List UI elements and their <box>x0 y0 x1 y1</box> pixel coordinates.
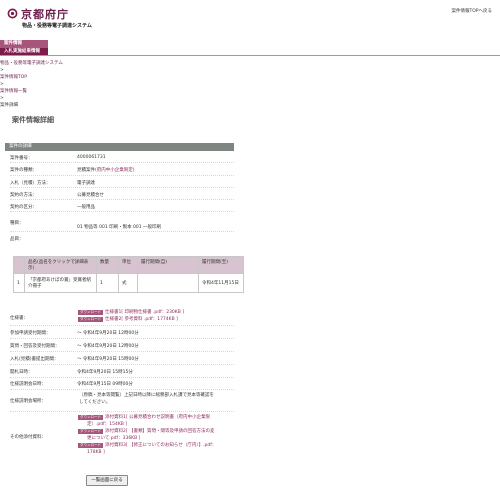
schedule-value: ～ 令和4年9月20日 12時00分 <box>77 344 139 349</box>
venue-line: してください。 <box>79 400 111 405</box>
other-label: その他添付資料： <box>10 435 46 440</box>
table-header: 品名(品名をクリックで詳細表示) <box>24 256 97 274</box>
table-header: 履行期間(自) <box>137 256 199 274</box>
contract-method-value: 公募見積合せ <box>77 193 104 198</box>
items-table: 品名(品名をクリックで詳細表示) 数量 単位 履行期間(自) 履行期間(至) 1… <box>13 256 244 293</box>
contract-category-value: 一般用品 <box>77 205 95 210</box>
item-to: 令和4年11月15日 <box>198 273 244 293</box>
attachment-link[interactable]: 添付資料2[ 【書類】質問・間等及申請の回答方法の変 <box>105 429 215 434</box>
spec-file-link[interactable]: 仕様書1[ 印刷物仕様書 .pdf：230KB ] <box>105 310 184 315</box>
type-value: 01 物品等 001 印刷・製本 001 一般印刷 <box>77 225 162 230</box>
side-nav: 案件情報 入札実施結果情報 <box>0 40 48 56</box>
download-icon: ダウンロード <box>78 429 103 434</box>
other-files: ダウンロード 添付資料1[ 公募見積合わせ説明書（府内中小企業限 定）.pdf：1… <box>78 414 216 456</box>
nav-item-case-info[interactable]: 案件情報 <box>0 40 48 48</box>
case-number-label: 案件番号： <box>10 156 33 161</box>
breadcrumb: 物品・役務等電子調達システム > 案件情報TOP > 案件情報一覧 > 案件詳細 <box>0 60 63 109</box>
contract-category-label: 契約の区分： <box>10 205 37 210</box>
detail-row: 質問・回答及受付期間： ～ 令和4年9月20日 12時00分 <box>10 341 234 352</box>
attachment-link-cont[interactable]: 定）.pdf：154KB ] <box>78 421 216 428</box>
detail-row: 仕様書： ダウンロード 仕様書1[ 印刷物仕様書 .pdf：230KB ] ダウン… <box>10 307 234 326</box>
item-qty: 1 <box>96 273 119 293</box>
items-table-wrap: 品名(品名をクリックで詳細表示) 数量 単位 履行期間(自) 履行期間(至) 1… <box>13 256 244 293</box>
schedule-value: 令和4年9月15日 09時00分 <box>77 382 133 387</box>
detail-row: 案件の種類： 見積案件(府内中小企業限定) <box>10 165 234 176</box>
contract-method-label: 契約の方法： <box>10 193 37 198</box>
detail-row: その他添付資料： ダウンロード 添付資料1[ 公募見積合わせ説明書（府内中小企業限… <box>10 413 234 463</box>
case-type-extra: (府内中小企業限定) <box>95 168 135 173</box>
item-from <box>137 273 199 293</box>
row-number: 1 <box>13 273 25 293</box>
bid-method-label: 入札（見積）方法： <box>10 181 51 186</box>
page-title: 案件情報詳細 <box>12 116 54 124</box>
venue-line: （原稿・見本等閲覧）上記日時以降に総務部入札課で見本等確認を <box>79 393 214 398</box>
table-row: 1 「京都府あけぼの賞」受賞者紹介冊子 1 式 令和4年11月15日 <box>13 273 244 293</box>
back-to-list-button[interactable]: 一覧画面に戻る <box>86 475 128 486</box>
detail-row: 契約の方法： 公募見積合せ <box>10 190 234 200</box>
nav-divider <box>0 55 500 56</box>
table-header-row: 品名(品名をクリックで詳細表示) 数量 単位 履行期間(自) 履行期間(至) <box>13 256 244 274</box>
breadcrumb-separator: > <box>0 68 4 73</box>
detail-row: 種目： 01 物品等 001 印刷・製本 001 一般印刷 <box>10 214 234 232</box>
breadcrumb-item[interactable]: 案件情報一覧 <box>0 88 63 95</box>
case-type-text: 見積案件 <box>77 168 95 173</box>
breadcrumb-separator: > <box>0 96 4 101</box>
section-header: 案件の詳細 <box>5 143 234 151</box>
detail-row: 仕様説明会場所： （原稿・見本等閲覧）上記日時以降に総務部入札課で見本等確認を … <box>10 391 234 412</box>
schedule-label: 質問・回答及受付期間： <box>10 344 60 349</box>
table-header: 履行期間(至) <box>198 256 244 274</box>
item-name-link[interactable]: 「京都府あけぼの賞」受賞者紹介冊子 <box>24 273 97 293</box>
schedule-label: 開札日時： <box>10 370 33 375</box>
bid-method-value: 電子調達 <box>77 181 95 186</box>
spec-label: 仕様書： <box>10 316 28 321</box>
download-icon: ダウンロード <box>78 317 103 322</box>
detail-row: 入札(見積)書提出期間： ～ 令和4年9月20日 15時00分 <box>10 354 234 365</box>
kyoto-emblem-icon <box>7 8 18 19</box>
spec-files: ダウンロード 仕様書1[ 印刷物仕様書 .pdf：230KB ] ダウンロード 仕様… <box>78 309 184 323</box>
case-type-value: 見積案件(府内中小企業限定) <box>77 167 135 173</box>
download-icon: ダウンロード <box>78 443 103 448</box>
detail-row: 参加申請受付期間： ～ 令和4年9月20日 12時00分 <box>10 328 234 339</box>
detail-row: 契約の区分： 一般用品 <box>10 202 234 212</box>
type-label: 種目： <box>10 221 24 226</box>
attachment-link[interactable]: 添付資料3[ 【修正についてのお知らせ（庁内）】.pdf： <box>105 443 216 448</box>
detail-row: 案件番号： 4000061731 <box>10 153 234 163</box>
venue-label: 仕様説明会場所： <box>10 399 46 404</box>
top-link[interactable]: 案件情報TOPへ戻る <box>451 8 492 14</box>
table-header: 数量 <box>96 256 119 274</box>
attachment-link-cont[interactable]: 更について.pdf：336KB ] <box>78 435 216 442</box>
spec-file-link[interactable]: 仕様書2[ 参考資料 .pdf：1774KB ] <box>105 317 178 322</box>
item-unit: 式 <box>118 273 138 293</box>
attachment-link-cont[interactable]: 178KB ] <box>78 449 216 456</box>
breadcrumb-item[interactable]: 物品・役務等電子調達システム <box>0 60 63 67</box>
schedule-label: 仕様説明会日時： <box>10 382 46 387</box>
breadcrumb-separator: > <box>0 82 4 87</box>
schedule-label: 参加申請受付期間： <box>10 331 51 336</box>
item-label: 品目： <box>10 237 24 242</box>
logo-title: 京都府庁 <box>21 8 69 21</box>
table-header: 単位 <box>118 256 138 274</box>
schedule-label: 入札(見積)書提出期間： <box>10 357 59 362</box>
attachment-link[interactable]: 添付資料1[ 公募見積合わせ説明書（府内中小企業限 <box>105 415 210 420</box>
download-icon: ダウンロード <box>78 310 103 315</box>
case-number-value: 4000061731 <box>77 155 106 160</box>
download-icon: ダウンロード <box>78 415 103 420</box>
schedule-value: ～ 令和4年9月20日 12時00分 <box>77 331 139 336</box>
schedule-value: ～ 令和4年9月20日 15時00分 <box>77 357 139 362</box>
breadcrumb-item[interactable]: 案件情報TOP <box>0 74 63 81</box>
detail-row: 入札（見積）方法： 電子調達 <box>10 178 234 188</box>
detail-row: 仕様説明会日時： 令和4年9月15日 09時00分 <box>10 379 234 390</box>
detail-row: 開札日時： 令和4年9月20日 15時15分 <box>10 367 234 378</box>
schedule-value: 令和4年9月20日 15時15分 <box>77 370 133 375</box>
breadcrumb-current: 案件詳細 <box>0 103 18 108</box>
table-header <box>13 256 25 274</box>
system-name: 物品・役務等電子調達システム <box>22 23 92 29</box>
case-type-label: 案件の種類： <box>10 168 37 173</box>
venue-value: （原稿・見本等閲覧）上記日時以降に総務部入札課で見本等確認を してください。 <box>79 392 214 406</box>
